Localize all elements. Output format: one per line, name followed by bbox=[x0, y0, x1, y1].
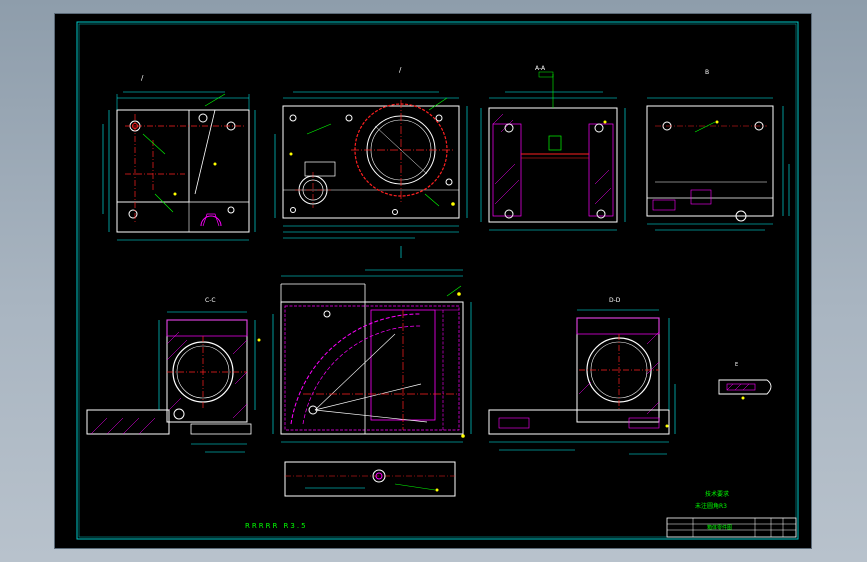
view-section-d: D-D bbox=[488, 297, 676, 455]
title-block-name: 箱体零件图 bbox=[707, 524, 732, 531]
view-label-far-right: B bbox=[705, 69, 709, 76]
tech-note-line: 未注圆角R3 bbox=[695, 502, 727, 510]
view-label-detail: E bbox=[735, 362, 738, 368]
cad-drawing: / / A-A B C-C D-D E RRRRR R3.5 技术要求 未注圆角… bbox=[76, 21, 799, 540]
view-label-section-d: D-D bbox=[609, 297, 621, 304]
drawing-sheet[interactable]: / / A-A B C-C D-D E RRRRR R3.5 技术要求 未注圆角… bbox=[55, 14, 811, 548]
view-main-top: / bbox=[274, 66, 468, 258]
drawing-inner-border bbox=[78, 23, 797, 538]
view-label-top-left: / bbox=[141, 74, 144, 82]
view-label-section-c: C-C bbox=[205, 297, 216, 304]
tech-note-title: 技术要求 bbox=[705, 490, 729, 498]
view-detail-e: E bbox=[718, 362, 772, 400]
view-front-left: / bbox=[102, 74, 256, 241]
view-section-a: A-A bbox=[480, 65, 626, 231]
view-label-top-mid: / bbox=[399, 66, 402, 74]
view-section-main bbox=[272, 269, 472, 497]
drawing-border bbox=[76, 21, 799, 540]
title-block[interactable]: 箱体零件图 bbox=[666, 517, 797, 538]
view-side-right: B bbox=[646, 69, 790, 231]
view-label-top-right: A-A bbox=[535, 65, 546, 72]
bottom-note: RRRRR R3.5 bbox=[245, 522, 308, 530]
view-section-c: C-C bbox=[86, 297, 261, 453]
